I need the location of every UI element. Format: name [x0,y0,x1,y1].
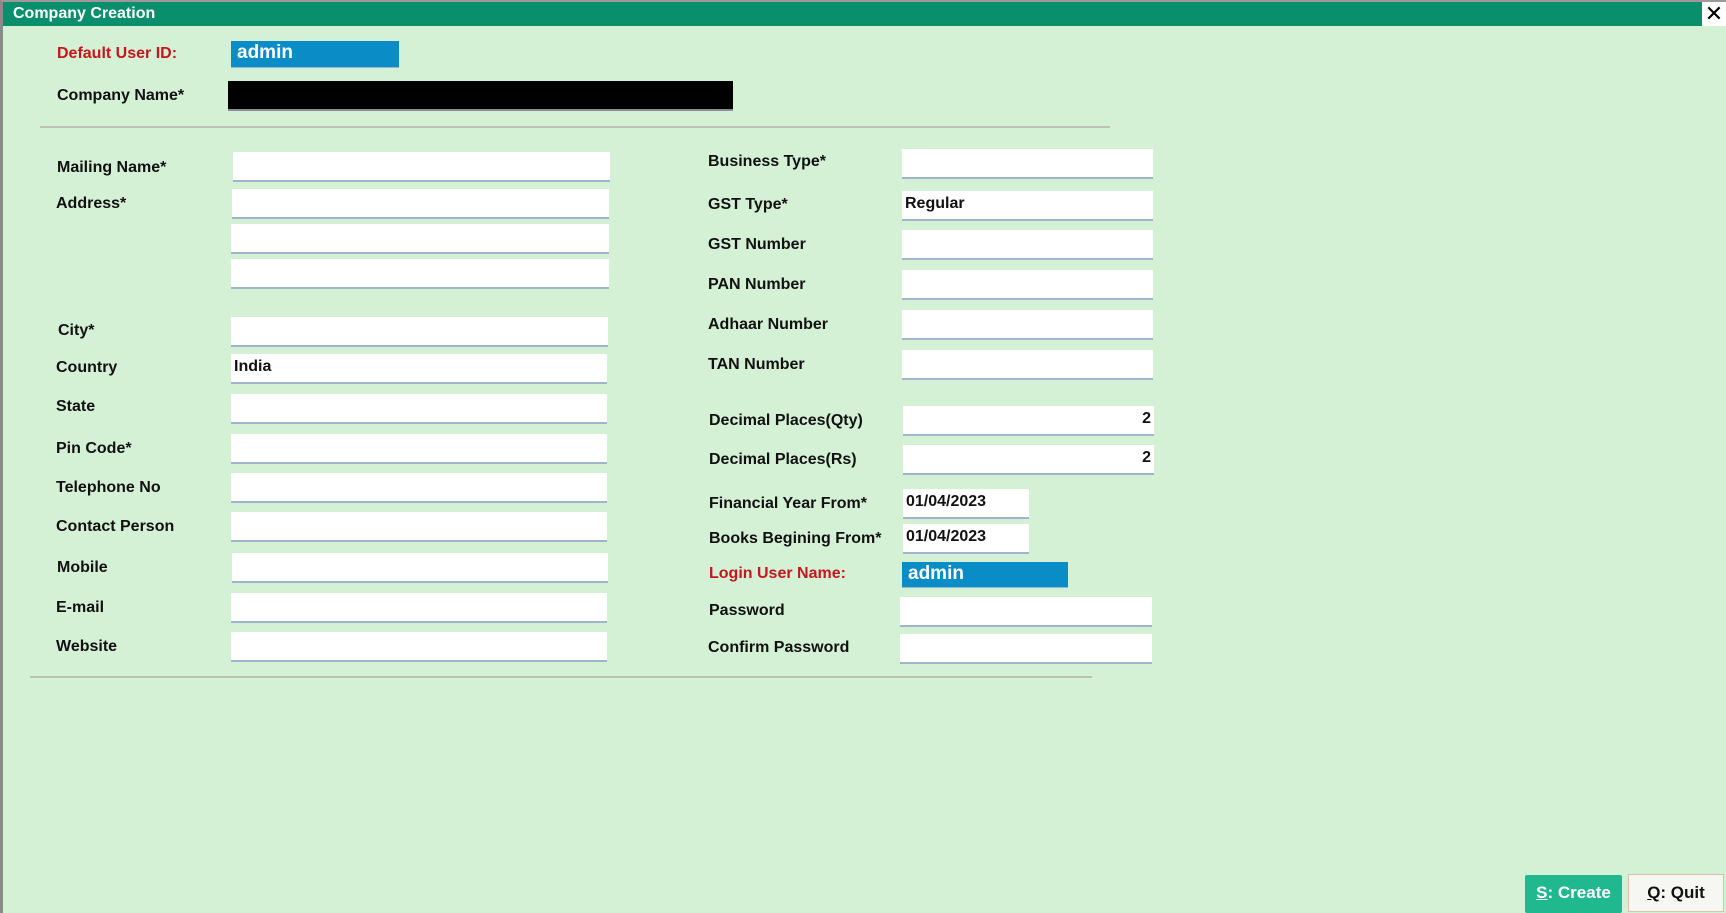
login-user-name-label: Login User Name: [709,565,846,582]
create-button[interactable]: S: Create [1525,875,1622,913]
mobile-input[interactable] [232,553,608,583]
mobile-label: Mobile [57,559,108,576]
adhaar-number-input[interactable] [902,310,1153,340]
create-hotkey: S [1536,883,1548,902]
telephone-label: Telephone No [56,479,161,496]
books-beginning-from-label: Books Begining From* [709,530,882,547]
company-name-label: Company Name* [57,87,185,104]
adhaar-number-label: Adhaar Number [708,316,829,333]
email-label: E-mail [56,599,105,616]
company-creation-window: Company Creation ✕ Default User ID: admi… [0,0,1726,913]
contact-person-input[interactable] [231,512,607,542]
gst-number-input[interactable] [902,230,1153,260]
gst-type-label: GST Type* [708,196,788,213]
country-input[interactable]: India [231,354,607,384]
city-label: City* [58,322,95,339]
pan-number-label: PAN Number [708,276,806,293]
pin-code-input[interactable] [231,434,607,464]
city-input[interactable] [231,317,608,347]
business-type-input[interactable] [902,149,1153,179]
pin-code-label: Pin Code* [56,440,132,457]
gst-number-label: GST Number [708,236,806,253]
header-separator [40,126,1110,128]
title-bar: Company Creation ✕ [3,2,1726,26]
quit-button[interactable]: Q: Quit [1628,874,1724,912]
address-line-3-input[interactable] [231,259,609,289]
decimal-qty-input[interactable]: 2 [903,406,1154,436]
country-label: Country [56,359,118,376]
form-separator [30,676,1092,678]
confirm-password-label: Confirm Password [708,639,850,656]
books-beginning-from-input[interactable]: 01/04/2023 [903,524,1029,554]
company-name-input[interactable] [228,81,733,111]
default-user-id-label: Default User ID: [57,45,178,62]
decimal-rs-input[interactable]: 2 [903,445,1154,475]
financial-year-from-input[interactable]: 01/04/2023 [903,489,1029,519]
password-input[interactable] [900,597,1152,627]
decimal-rs-label: Decimal Places(Rs) [709,451,857,468]
website-input[interactable] [231,632,607,662]
tan-number-input[interactable] [902,350,1153,380]
confirm-password-input[interactable] [900,634,1152,664]
window-title: Company Creation [13,5,156,22]
telephone-input[interactable] [231,473,607,503]
login-user-name-field: admin [902,562,1068,588]
quit-label: : Quit [1660,883,1705,902]
address-label: Address* [56,195,127,212]
address-line-1-input[interactable] [232,189,609,219]
business-type-label: Business Type* [708,153,826,170]
password-label: Password [709,602,785,619]
pan-number-input[interactable] [902,270,1153,300]
website-label: Website [56,638,118,655]
financial-year-from-label: Financial Year From* [709,495,867,512]
tan-number-label: TAN Number [708,356,805,373]
state-input[interactable] [231,394,607,424]
create-label: : Create [1547,883,1611,902]
state-label: State [56,398,96,415]
mailing-name-label: Mailing Name* [57,159,167,176]
close-button[interactable]: ✕ [1702,2,1726,26]
quit-hotkey: Q [1647,883,1661,902]
mailing-name-input[interactable] [233,152,610,182]
address-line-2-input[interactable] [231,224,609,254]
decimal-qty-label: Decimal Places(Qty) [709,412,863,429]
default-user-id-field: admin [231,41,399,68]
contact-person-label: Contact Person [56,518,175,535]
email-input[interactable] [231,593,607,623]
gst-type-input[interactable]: Regular [902,191,1153,221]
close-icon: ✕ [1704,1,1724,26]
